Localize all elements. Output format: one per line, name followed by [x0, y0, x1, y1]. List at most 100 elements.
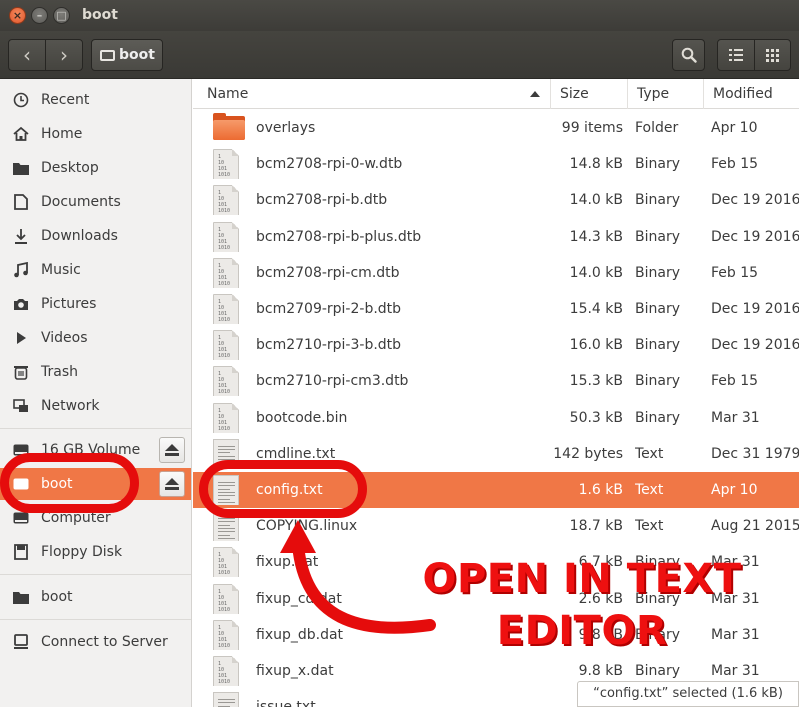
floppy-icon [12, 543, 30, 561]
sidebar-item-label: boot [41, 589, 73, 605]
window-title: boot [82, 7, 118, 23]
eject-icon [165, 444, 179, 456]
column-header-size[interactable]: Size [550, 79, 627, 109]
video-icon [12, 329, 30, 347]
sidebar-separator [0, 428, 191, 429]
list-view-button[interactable] [718, 40, 754, 70]
maximize-window-button[interactable]: □ [53, 7, 70, 24]
folder-icon [213, 113, 245, 143]
file-modified: Dec 19 2016 [711, 228, 799, 245]
annotation-text: OPEN IN TEXT EDITOR [398, 553, 766, 657]
column-header-label: Type [637, 86, 670, 102]
sidebar-item-boot-bookmark[interactable]: boot [0, 581, 191, 613]
sidebar-item-home[interactable]: Home [0, 118, 191, 150]
highlight-ring-boot [0, 453, 139, 513]
file-modified: Dec 19 2016 [711, 301, 799, 317]
sidebar-item-network[interactable]: Network [0, 390, 191, 422]
file-modified: Dec 31 1979 [711, 445, 799, 462]
sidebar-item-label: Videos [41, 330, 88, 346]
minimize-icon: – [36, 9, 43, 22]
file-modified: Mar 31 [711, 409, 760, 426]
column-header-name[interactable]: Name [198, 79, 550, 109]
minimize-window-button[interactable]: – [31, 7, 48, 24]
column-header-label: Size [560, 86, 589, 102]
sidebar-item-recent[interactable]: Recent [0, 84, 191, 116]
file-name: bcm2708-rpi-0-w.dtb [256, 156, 403, 173]
file-type: Binary [635, 337, 680, 354]
eject-button[interactable] [159, 437, 185, 463]
navigation-buttons: ‹ › [8, 39, 83, 71]
camera-icon [12, 295, 30, 313]
file-type: Binary [635, 373, 680, 390]
file-name: overlays [256, 120, 316, 136]
chevron-right-icon: › [60, 43, 68, 67]
sidebar-item-connect-to-server[interactable]: Connect to Server [0, 626, 191, 658]
desktop-folder-icon [12, 159, 30, 177]
file-size: 15.3 kB [569, 373, 623, 390]
binary-file-icon: 1 10 101 1010 [213, 547, 245, 578]
file-row[interactable]: 1 10 101 1010 bcm2710-rpi-3-b.dtb 16.0 kB Bina… [193, 327, 799, 363]
file-name: issue.txt [256, 689, 546, 707]
file-row[interactable]: overlays 99 items Folder Apr 10 [193, 110, 799, 146]
column-header-label: Name [207, 86, 249, 102]
back-button[interactable]: ‹ [9, 40, 45, 70]
file-name: bcm2709-rpi-2-b.dtb [256, 301, 402, 317]
column-header-modified[interactable]: Modified [703, 79, 799, 109]
maximize-icon: □ [56, 9, 67, 22]
file-row[interactable]: 1 10 101 1010 bcm2708-rpi-b.dtb 14.0 kB Binary… [193, 182, 799, 218]
file-modified: Dec 19 2016 [711, 337, 799, 354]
eject-icon [165, 478, 179, 490]
eject-button[interactable] [159, 471, 185, 497]
file-row[interactable]: 1 10 101 1010 bcm2710-rpi-cm3.dtb 15.3 kB Bina… [193, 363, 799, 399]
sidebar-item-desktop[interactable]: Desktop [0, 152, 191, 184]
file-type: Binary [635, 264, 680, 281]
sidebar-separator [0, 619, 191, 620]
file-modified: Feb 15 [711, 156, 759, 173]
column-header-label: Modified [713, 86, 773, 102]
text-file-icon [213, 692, 245, 707]
file-modified: Apr 10 [711, 120, 758, 136]
file-modified: Aug 21 2015 [711, 518, 799, 535]
file-row[interactable]: 1 10 101 1010 bcm2708-rpi-b-plus.dtb 14.3 kB B… [193, 219, 799, 255]
grid-view-icon [765, 48, 779, 62]
close-window-button[interactable]: × [9, 7, 26, 24]
file-row[interactable]: 1 10 101 1010 bcm2708-rpi-cm.dtb 14.0 kB Binar… [193, 255, 799, 291]
binary-file-icon: 1 10 101 1010 [213, 366, 245, 397]
trash-icon [12, 363, 30, 381]
sidebar: Recent Home Desktop Documents Downloads … [0, 79, 192, 707]
sidebar-item-trash[interactable]: Trash [0, 356, 191, 388]
path-bar-boot[interactable]: boot [91, 39, 163, 71]
sidebar-item-floppy-disk[interactable]: Floppy Disk [0, 536, 191, 568]
file-modified: Apr 10 [711, 482, 758, 498]
binary-file-icon: 1 10 101 1010 [213, 656, 245, 686]
annotation-line-2: EDITOR [496, 608, 668, 654]
sidebar-item-downloads[interactable]: Downloads [0, 220, 191, 252]
binary-file-icon: 1 10 101 1010 [213, 257, 245, 288]
sidebar-item-label: Music [41, 262, 81, 278]
binary-file-icon: 1 10 101 1010 [213, 402, 245, 433]
grid-view-button[interactable] [753, 40, 791, 70]
highlight-ring-config [199, 460, 367, 518]
toolbar: ‹ › boot [0, 31, 799, 79]
column-header-type[interactable]: Type [627, 79, 703, 109]
sidebar-item-documents[interactable]: Documents [0, 186, 191, 218]
sidebar-item-music[interactable]: Music [0, 254, 191, 286]
file-size: 1.6 kB [578, 482, 623, 498]
binary-file-icon: 1 10 101 1010 [213, 185, 245, 216]
sidebar-item-label: Connect to Server [41, 634, 168, 650]
network-icon [12, 397, 30, 415]
file-row[interactable]: 1 10 101 1010 bcm2708-rpi-0-w.dtb 14.8 kB Bina… [193, 146, 799, 182]
file-size: 14.8 kB [569, 156, 623, 173]
file-row[interactable]: 1 10 101 1010 bcm2709-rpi-2-b.dtb 15.4 kB Bina… [193, 291, 799, 327]
search-button[interactable] [672, 39, 705, 71]
sidebar-item-label: Pictures [41, 296, 97, 312]
forward-button[interactable]: › [45, 40, 82, 70]
list-view-icon [728, 49, 743, 61]
binary-file-icon: 1 10 101 1010 [213, 294, 245, 324]
file-row[interactable]: 1 10 101 1010 bootcode.bin 50.3 kB Binary Mar 3… [193, 400, 799, 436]
download-icon [12, 227, 30, 245]
binary-file-icon: 1 10 101 1010 [213, 221, 245, 252]
sidebar-item-videos[interactable]: Videos [0, 322, 191, 354]
folder-icon [12, 588, 30, 606]
sidebar-item-pictures[interactable]: Pictures [0, 288, 191, 320]
